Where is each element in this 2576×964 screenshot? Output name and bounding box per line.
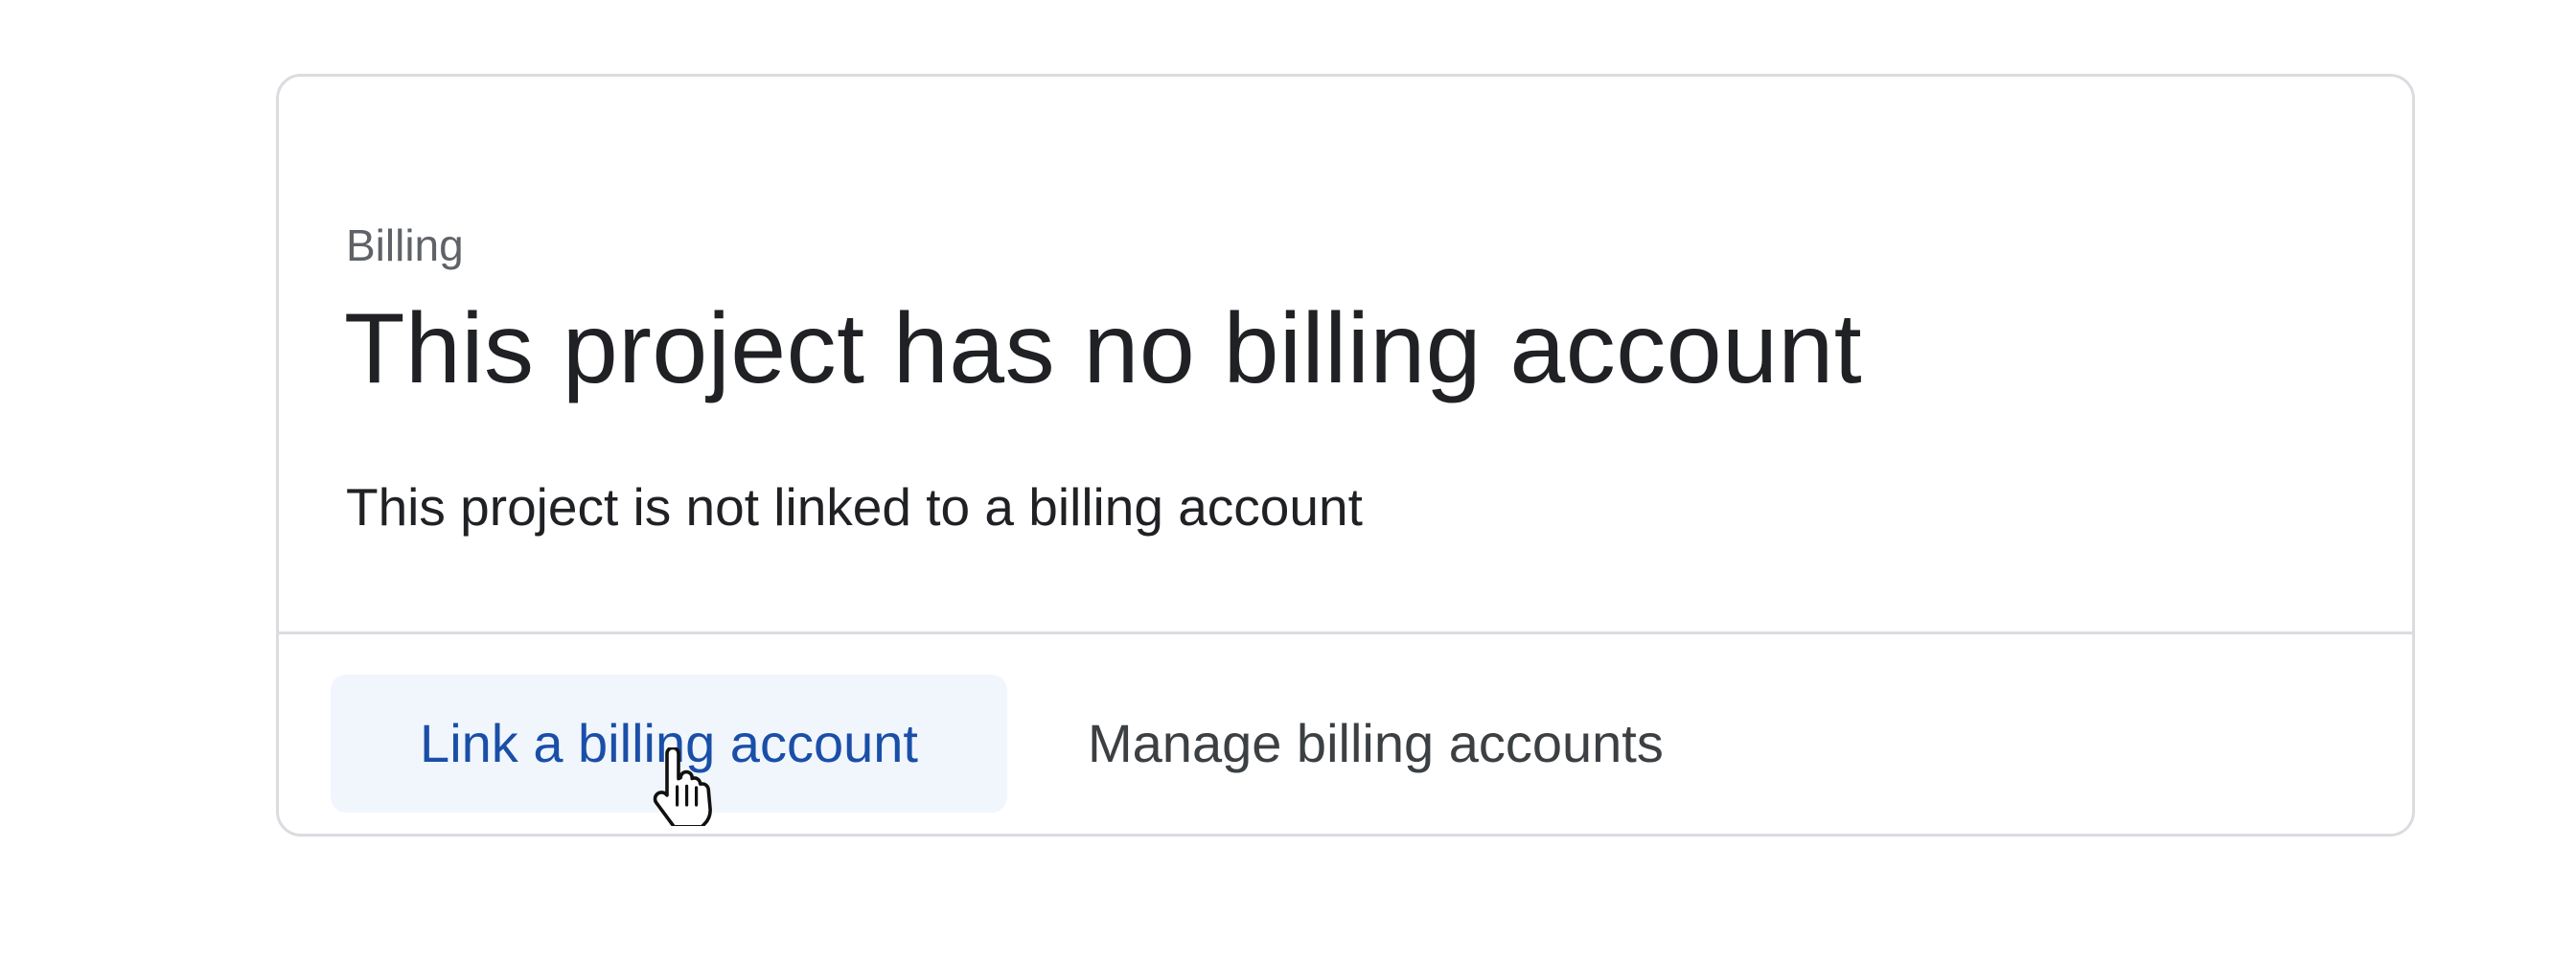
- billing-card: Billing This project has no billing acco…: [276, 74, 2415, 837]
- billing-card-body: Billing This project has no billing acco…: [279, 77, 2412, 634]
- link-billing-account-button[interactable]: Link a billing account: [331, 675, 1007, 813]
- billing-title: This project has no billing account: [344, 293, 1863, 404]
- billing-actions: Link a billing account Manage billing ac…: [279, 634, 2412, 834]
- billing-description: This project is not linked to a billing …: [346, 477, 1363, 537]
- manage-billing-accounts-button[interactable]: Manage billing accounts: [1038, 675, 1714, 813]
- billing-overline: Billing: [346, 220, 464, 270]
